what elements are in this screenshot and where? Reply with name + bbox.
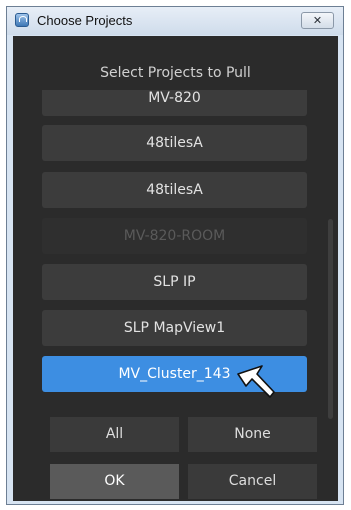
cancel-button[interactable]: Cancel: [188, 464, 317, 499]
scrollbar-thumb[interactable]: [328, 219, 333, 419]
title-bar[interactable]: Choose Projects ✕: [7, 7, 343, 35]
project-item-slp-ip[interactable]: SLP IP: [42, 264, 307, 300]
project-item-48tilesa-1[interactable]: 48tilesA: [42, 125, 307, 161]
window-title: Choose Projects: [37, 13, 133, 28]
project-item-mv-820[interactable]: MV-820: [42, 90, 307, 116]
project-item-slp-mapview1[interactable]: SLP MapView1: [42, 310, 307, 346]
select-none-button[interactable]: None: [188, 417, 317, 452]
dialog-body: Select Projects to Pull MV-820 48tilesA …: [13, 36, 338, 501]
project-item-mv-820-room: MV-820-ROOM: [42, 218, 307, 254]
choose-projects-window: Choose Projects ✕ Select Projects to Pul…: [6, 6, 344, 505]
close-icon: ✕: [312, 14, 323, 27]
list-scrollbar[interactable]: [328, 219, 335, 429]
app-icon: [15, 13, 29, 27]
mouse-cursor-icon: [237, 365, 275, 398]
project-item-48tilesa-2[interactable]: 48tilesA: [42, 172, 307, 208]
dialog-heading: Select Projects to Pull: [100, 65, 251, 81]
select-all-button[interactable]: All: [50, 417, 179, 452]
close-button[interactable]: ✕: [301, 12, 334, 29]
ok-button[interactable]: OK: [50, 464, 179, 499]
